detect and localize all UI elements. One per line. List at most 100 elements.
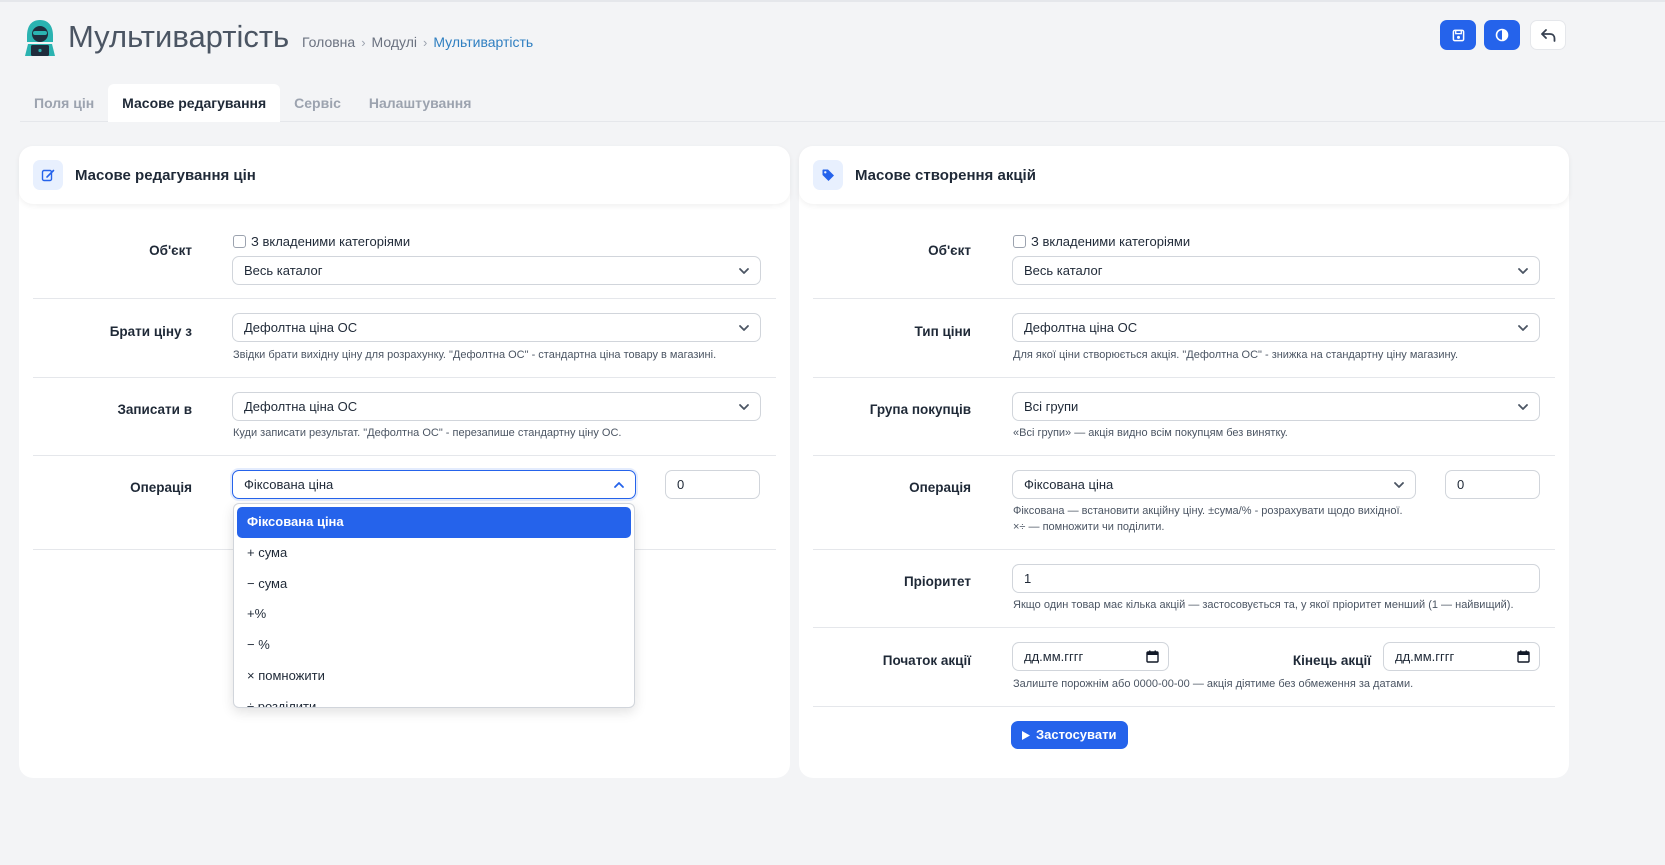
undo-arrow-icon: [1540, 28, 1555, 42]
write-to-row: Записати в Дефолтна ціна ОС Куди записат…: [33, 378, 776, 456]
mass-promo-create-card: Масове створення акцій Об'єкт З вкладени…: [799, 146, 1569, 778]
priority-help: Якщо один товар має кілька акцій — засто…: [1013, 599, 1514, 611]
chevron-up-icon: [614, 482, 624, 488]
operation-select[interactable]: Фіксована ціна: [232, 470, 636, 499]
page-title: Мультивартість: [68, 19, 290, 54]
price-type-row: Тип ціни Дефолтна ціна ОС Для якої ціни …: [813, 299, 1555, 378]
priority-input[interactable]: 1: [1012, 564, 1540, 593]
calendar-icon[interactable]: [1146, 650, 1159, 663]
card-title: Масове створення акцій: [855, 166, 1036, 184]
operation-label: Операція: [909, 480, 971, 495]
breadcrumb-home[interactable]: Головна: [302, 34, 355, 50]
hacker-logo-icon: [25, 20, 55, 56]
object-label: Об'єкт: [149, 243, 192, 258]
page-header: Мультивартість Головна › Модулі › Мульти…: [20, 16, 1645, 66]
subcategories-label: З вкладеними категоріями: [251, 234, 411, 249]
option-fixed-price[interactable]: Фіксована ціна: [237, 507, 631, 538]
end-date-placeholder: дд.мм.гггг: [1395, 649, 1455, 664]
tab-settings[interactable]: Налаштування: [355, 84, 486, 122]
write-to-value: Дефолтна ціна ОС: [244, 399, 358, 414]
chevron-down-icon: [1518, 404, 1528, 410]
priority-row: Пріоритет 1 Якщо один товар має кілька а…: [813, 550, 1555, 628]
customer-group-value: Всі групи: [1024, 399, 1079, 414]
card-header: Масове редагування цін: [19, 146, 790, 204]
back-button[interactable]: [1530, 20, 1566, 50]
chevron-down-icon: [1518, 268, 1528, 274]
object-select[interactable]: Весь каталог: [232, 256, 761, 285]
operation-help-line-2: ×÷ — помножити чи поділити.: [1013, 521, 1165, 533]
start-date-label: Початок акції: [882, 653, 971, 668]
operation-select[interactable]: Фіксована ціна: [1012, 470, 1416, 499]
theme-toggle-button[interactable]: [1484, 20, 1520, 50]
card-header: Масове створення акцій: [799, 146, 1569, 204]
write-to-select[interactable]: Дефолтна ціна ОС: [232, 392, 761, 421]
object-row: Об'єкт З вкладеними категоріями Весь кат…: [813, 224, 1555, 299]
chevron-down-icon: [739, 268, 749, 274]
chevron-down-icon: [1518, 325, 1528, 331]
subcategories-checkbox[interactable]: З вкладеними категоріями: [233, 234, 410, 249]
take-price-row: Брати ціну з Дефолтна ціна ОС Звідки бра…: [33, 299, 776, 378]
take-price-label: Брати ціну з: [109, 324, 192, 339]
contrast-icon: [1495, 28, 1509, 42]
tab-bar: Поля цін Масове редагування Сервіс Налаш…: [20, 84, 1665, 122]
tag-icon: [813, 160, 843, 190]
checkbox[interactable]: [1013, 235, 1026, 248]
operation-amount-input[interactable]: 0: [1445, 470, 1540, 499]
customer-group-label: Група покупців: [869, 402, 971, 417]
operation-value: Фіксована ціна: [1024, 477, 1114, 492]
start-date-input[interactable]: дд.мм.гггг: [1012, 642, 1169, 671]
end-date-input[interactable]: дд.мм.гггг: [1383, 642, 1540, 671]
card-title: Масове редагування цін: [75, 166, 256, 184]
breadcrumb-current[interactable]: Мультивартість: [433, 34, 533, 50]
operation-value: Фіксована ціна: [244, 477, 334, 492]
customer-group-select[interactable]: Всі групи: [1012, 392, 1540, 421]
tab-mass-edit[interactable]: Масове редагування: [108, 84, 281, 122]
take-price-select[interactable]: Дефолтна ціна ОС: [232, 313, 761, 342]
chevron-right-icon: ›: [423, 34, 428, 50]
priority-label: Пріоритет: [903, 574, 971, 589]
option-plus-sum[interactable]: + сума: [237, 538, 631, 569]
option-multiply[interactable]: × помножити: [237, 661, 631, 692]
edit-icon: [33, 160, 63, 190]
dates-help: Залиште порожнім або 0000-00-00 — акція …: [1013, 678, 1414, 690]
customer-group-row: Група покупців Всі групи «Всі групи» — а…: [813, 378, 1555, 456]
write-to-help: Куди записати результат. "Дефолтна ОС" -…: [233, 427, 622, 439]
checkbox[interactable]: [233, 235, 246, 248]
play-icon: [1022, 730, 1030, 740]
save-icon: [1452, 29, 1464, 41]
save-button[interactable]: [1440, 20, 1476, 50]
chevron-down-icon: [739, 404, 749, 410]
apply-button-label: Застосувати: [1036, 727, 1117, 742]
operation-amount-input[interactable]: 0: [665, 470, 760, 499]
operation-help-line-1: Фіксована — встановити акційну ціну. ±су…: [1013, 505, 1403, 517]
option-plus-percent[interactable]: +%: [237, 599, 631, 630]
tab-price-fields[interactable]: Поля цін: [20, 84, 108, 122]
operation-dropdown: Фіксована ціна + сума − сума +% − % × по…: [233, 503, 635, 708]
calendar-icon[interactable]: [1517, 650, 1530, 663]
object-select-value: Весь каталог: [244, 263, 323, 278]
write-to-label: Записати в: [117, 402, 192, 417]
chevron-down-icon: [739, 325, 749, 331]
mass-price-edit-card: Масове редагування цін Об'єкт З вкладени…: [19, 146, 790, 778]
breadcrumb-modules[interactable]: Модулі: [372, 34, 417, 50]
apply-button[interactable]: Застосувати: [1011, 721, 1129, 749]
chevron-right-icon: ›: [361, 34, 366, 50]
breadcrumb: Головна › Модулі › Мультивартість: [302, 34, 533, 50]
option-minus-sum[interactable]: − сума: [237, 569, 631, 600]
price-type-value: Дефолтна ціна ОС: [1024, 320, 1138, 335]
take-price-help: Звідки брати вихідну ціну для розрахунку…: [233, 349, 717, 361]
price-type-help: Для якої ціни створюється акція. "Дефолт…: [1013, 349, 1459, 361]
customer-group-help: «Всі групи» — акція видно всім покупцям …: [1013, 427, 1288, 439]
chevron-down-icon: [1394, 482, 1404, 488]
operation-row: Операція Фіксована ціна 0 Фіксована — вс…: [813, 456, 1555, 550]
object-select[interactable]: Весь каталог: [1012, 256, 1540, 285]
dates-row: Початок акції дд.мм.гггг Кінець акції дд…: [813, 628, 1555, 707]
option-minus-percent[interactable]: − %: [237, 630, 631, 661]
option-divide[interactable]: ÷ розділити: [237, 692, 631, 707]
take-price-value: Дефолтна ціна ОС: [244, 320, 358, 335]
tab-service[interactable]: Сервіс: [280, 84, 355, 122]
object-select-value: Весь каталог: [1024, 263, 1103, 278]
price-type-select[interactable]: Дефолтна ціна ОС: [1012, 313, 1540, 342]
price-type-label: Тип ціни: [914, 324, 971, 339]
subcategories-checkbox[interactable]: З вкладеними категоріями: [1013, 234, 1190, 249]
